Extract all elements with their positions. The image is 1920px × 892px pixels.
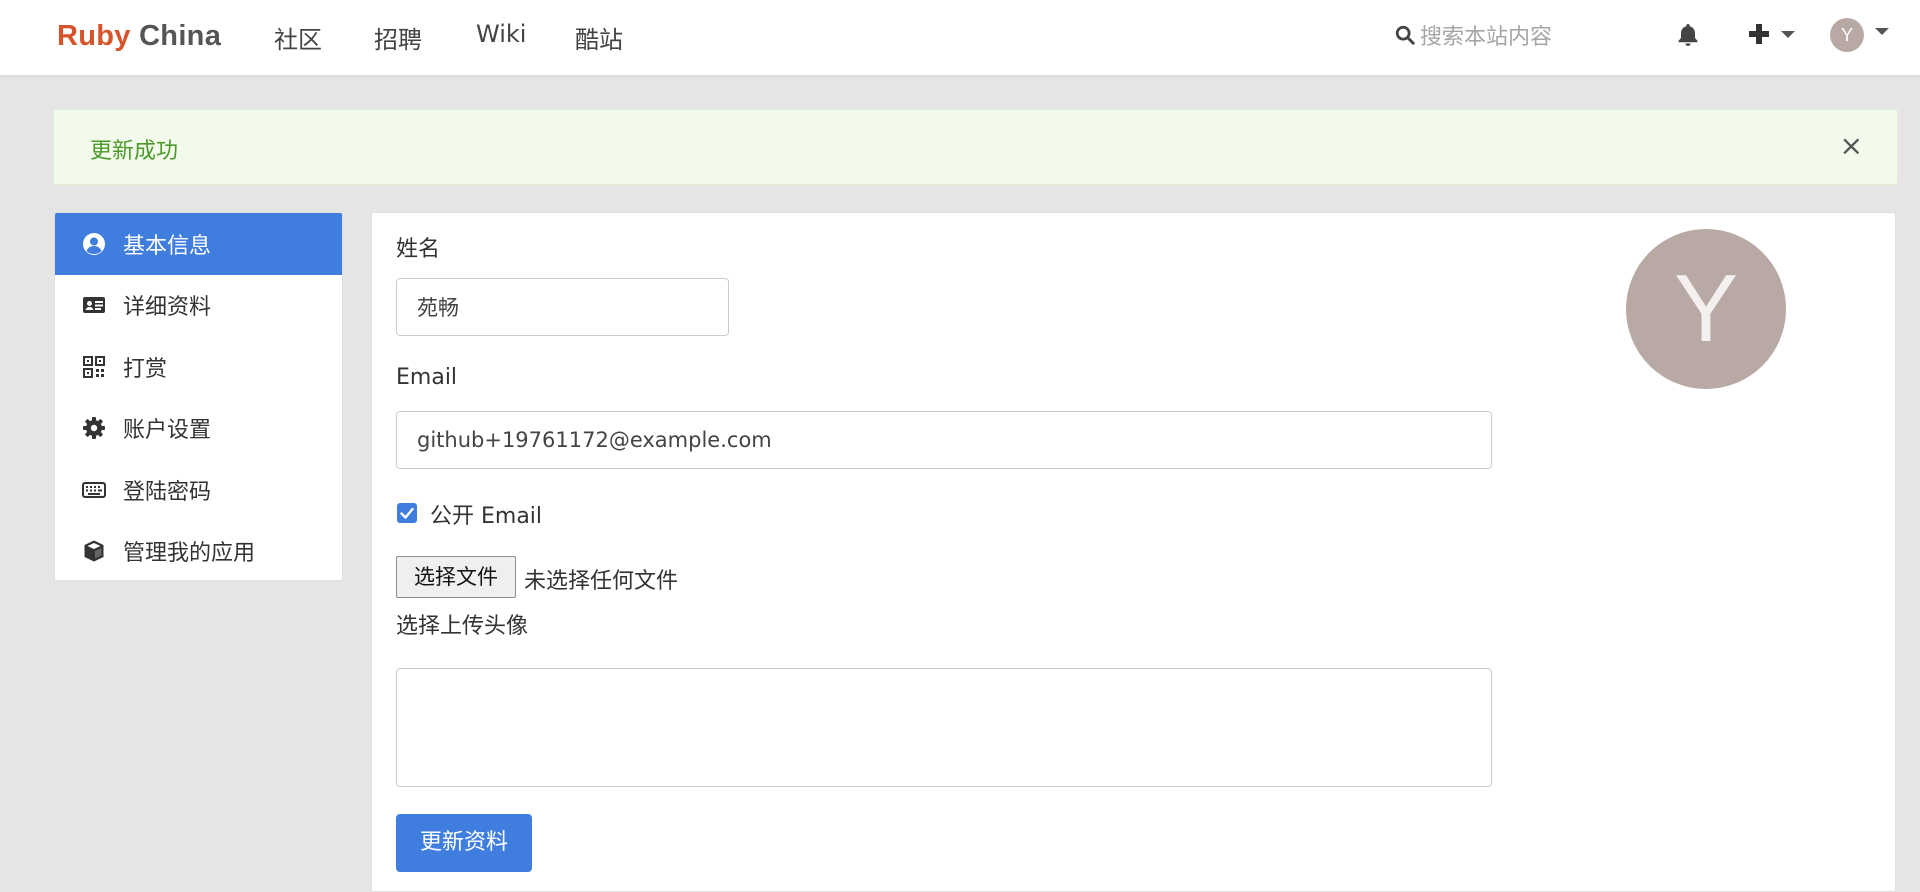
sidebar-item-password[interactable]: 登陆密码 [55,459,342,521]
sidebar-item-label: 登陆密码 [123,479,212,505]
alert-message: 更新成功 [90,139,179,164]
sidebar-item-label: 管理我的应用 [123,541,256,567]
success-alert: 更新成功 × [53,109,1898,185]
email-field[interactable] [396,411,1492,469]
notification-bell-icon[interactable] [1676,22,1700,52]
top-navbar: Ruby China 社区 招聘 Wiki 酷站 Y [0,0,1920,76]
search-box [1394,20,1594,54]
settings-sidebar: 基本信息 详细资料 打赏 账户设置 登陆密码 管理我的应用 [54,212,343,581]
qrcode-icon [81,354,107,380]
brand-logo[interactable]: Ruby China [57,20,221,53]
sidebar-item-label: 详细资料 [123,295,212,321]
sidebar-item-reward[interactable]: 打赏 [55,336,342,398]
chevron-down-icon[interactable] [1781,31,1795,38]
nav-link-jobs[interactable]: 招聘 [374,20,422,55]
update-profile-button[interactable]: 更新资料 [396,814,532,872]
id-card-icon [81,292,107,318]
choose-file-button[interactable]: 选择文件 [396,556,516,598]
sidebar-item-account-settings[interactable]: 账户设置 [55,398,342,460]
file-status: 未选择任何文件 [524,569,679,594]
sidebar-item-basic-info[interactable]: 基本信息 [55,213,342,275]
sidebar-item-my-apps[interactable]: 管理我的应用 [55,521,342,581]
user-avatar[interactable]: Y [1830,18,1864,52]
search-icon [1394,24,1416,50]
profile-form-panel: 姓名 Email 公开 Email 选择文件 未选择任何文件 选择上传头像 更新… [371,212,1896,892]
sidebar-item-profile[interactable]: 详细资料 [55,275,342,337]
checkmark-icon [400,507,414,519]
public-email-label: 公开 Email [430,504,543,529]
bio-textarea[interactable] [396,668,1492,787]
name-field[interactable] [396,278,729,336]
name-label: 姓名 [396,237,441,262]
user-circle-icon [81,231,107,257]
email-label: Email [396,365,458,390]
cube-icon [81,538,107,564]
nav-link-community[interactable]: 社区 [274,20,322,55]
nav-link-sites[interactable]: 酷站 [575,20,623,55]
profile-avatar: Y [1626,229,1786,389]
nav-link-wiki[interactable]: Wiki [476,20,526,48]
search-input[interactable] [1420,24,1590,50]
public-email-checkbox[interactable] [397,503,417,523]
brand-ruby: Ruby [57,20,131,52]
keyboard-icon [81,477,107,503]
chevron-down-icon[interactable] [1875,28,1889,35]
close-icon[interactable]: × [1840,132,1863,160]
plus-icon[interactable] [1748,23,1770,49]
sidebar-item-label: 基本信息 [123,233,212,259]
sidebar-item-label: 打赏 [123,356,168,382]
gear-icon [81,415,107,441]
sidebar-item-label: 账户设置 [123,418,212,444]
brand-china: China [139,20,222,52]
avatar-upload-hint: 选择上传头像 [396,614,529,639]
